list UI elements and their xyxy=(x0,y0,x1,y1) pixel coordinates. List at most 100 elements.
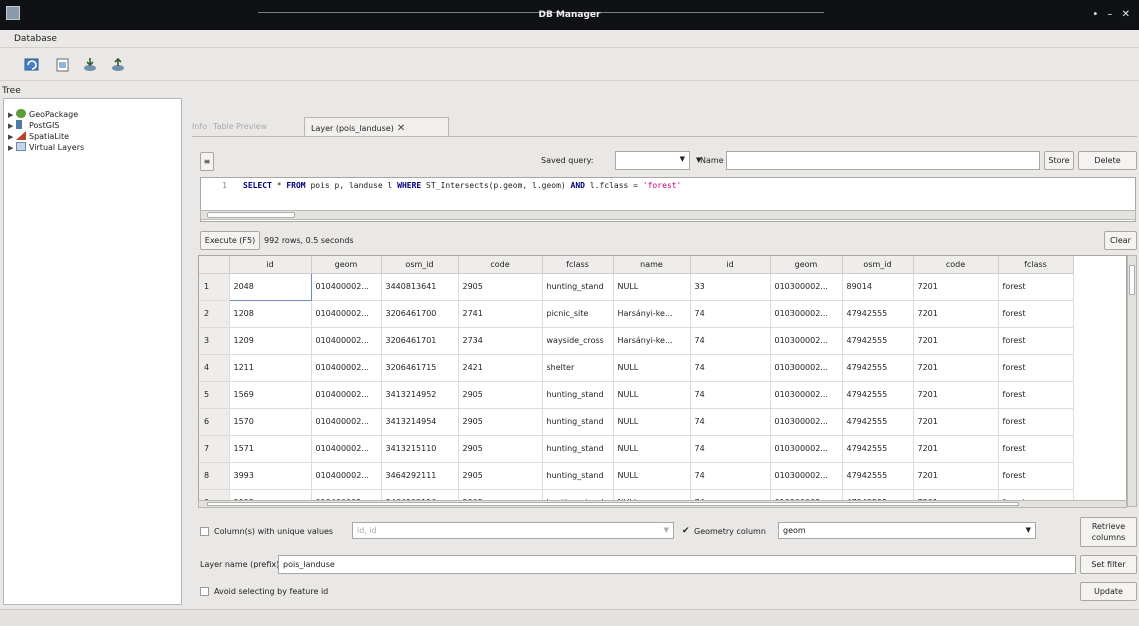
table-cell[interactable]: 74 xyxy=(690,462,771,490)
table-cell[interactable]: 1571 xyxy=(229,435,312,463)
table-cell[interactable]: 2421 xyxy=(458,354,543,382)
table-cell[interactable]: 2905 xyxy=(458,381,543,409)
table-cell[interactable]: 2734 xyxy=(458,327,543,355)
table-cell[interactable]: hunting_stand xyxy=(542,408,614,436)
table-cell[interactable]: 74 xyxy=(690,300,771,328)
table-row[interactable]: 3 1209 010400002... 3206461701 2734 wayside_c… xyxy=(199,327,1074,355)
column-header[interactable]: id xyxy=(229,256,312,274)
table-cell[interactable]: hunting_stand xyxy=(542,462,614,490)
row-number[interactable]: 3 xyxy=(199,327,230,355)
table-cell[interactable]: forest xyxy=(998,462,1074,490)
tree-item-postgis[interactable]: ▶ PostGIS xyxy=(8,120,59,131)
set-filter-button[interactable]: Set filter xyxy=(1080,555,1137,574)
column-header[interactable]: fclass xyxy=(998,256,1074,274)
table-cell[interactable]: forest xyxy=(998,300,1074,328)
sql-menu-button[interactable]: ≡ xyxy=(200,152,214,171)
table-cell[interactable]: 7201 xyxy=(913,300,999,328)
table-cell[interactable]: hunting_stand xyxy=(542,273,614,301)
table-cell[interactable]: 7201 xyxy=(913,381,999,409)
row-number[interactable]: 2 xyxy=(199,300,230,328)
table-cell[interactable]: 47942555 xyxy=(842,381,914,409)
table-cell[interactable]: NULL xyxy=(613,408,691,436)
table-cell[interactable]: 2905 xyxy=(458,408,543,436)
column-header[interactable]: osm_id xyxy=(381,256,459,274)
close-tab-icon[interactable]: ✕ xyxy=(397,123,405,134)
table-cell[interactable]: forest xyxy=(998,408,1074,436)
column-header[interactable]: fclass xyxy=(542,256,614,274)
table-cell[interactable]: 010400002... xyxy=(311,381,382,409)
table-cell[interactable]: 1208 xyxy=(229,300,312,328)
table-cell[interactable]: 1569 xyxy=(229,381,312,409)
scroll-thumb[interactable] xyxy=(207,212,295,218)
table-cell[interactable]: 010400002... xyxy=(311,408,382,436)
table-cell[interactable]: 7201 xyxy=(913,354,999,382)
geometry-column-select[interactable]: geom ▼ xyxy=(778,522,1036,539)
expand-arrow-icon[interactable]: ▶ xyxy=(8,133,16,141)
table-cell[interactable]: forest xyxy=(998,354,1074,382)
table-cell[interactable]: NULL xyxy=(613,273,691,301)
menu-database[interactable]: Database xyxy=(14,34,57,44)
table-cell[interactable]: 47942555 xyxy=(842,327,914,355)
table-cell[interactable]: 3413214952 xyxy=(381,381,459,409)
table-cell[interactable]: 7201 xyxy=(913,462,999,490)
tree-item-virtual-layers[interactable]: ▶ Virtual Layers xyxy=(8,142,84,153)
table-cell[interactable]: 3206461715 xyxy=(381,354,459,382)
table-cell[interactable]: 74 xyxy=(690,381,771,409)
table-cell[interactable]: 7201 xyxy=(913,327,999,355)
table-cell[interactable]: 2905 xyxy=(458,462,543,490)
column-header[interactable]: osm_id xyxy=(842,256,914,274)
table-cell[interactable]: 3464292111 xyxy=(381,462,459,490)
expand-arrow-icon[interactable]: ▶ xyxy=(8,122,16,130)
table-cell[interactable]: Harsányi-ke... xyxy=(613,300,691,328)
row-number[interactable]: 5 xyxy=(199,381,230,409)
refresh-icon[interactable] xyxy=(24,57,40,73)
delete-button[interactable]: Delete xyxy=(1078,151,1137,170)
tree-item-geopackage[interactable]: ▶ GeoPackage xyxy=(8,109,78,120)
row-number[interactable]: 1 xyxy=(199,273,230,301)
scroll-thumb[interactable] xyxy=(1129,265,1135,295)
table-cell[interactable]: 3993 xyxy=(229,462,312,490)
table-cell[interactable]: hunting_stand xyxy=(542,381,614,409)
scroll-thumb[interactable] xyxy=(207,502,1019,506)
table-cell[interactable]: forest xyxy=(998,273,1074,301)
table-cell[interactable]: 47942555 xyxy=(842,435,914,463)
table-cell[interactable]: 2741 xyxy=(458,300,543,328)
tab-layer[interactable]: Layer (pois_landuse) ✕ xyxy=(304,117,449,137)
table-cell[interactable]: 010400002... xyxy=(311,273,382,301)
table-cell[interactable]: NULL xyxy=(613,435,691,463)
table-cell[interactable]: picnic_site xyxy=(542,300,614,328)
row-number[interactable]: 4 xyxy=(199,354,230,382)
import-layer-icon[interactable] xyxy=(82,57,98,73)
results-vscrollbar[interactable] xyxy=(1127,255,1137,507)
column-header[interactable]: id xyxy=(690,256,771,274)
expand-arrow-icon[interactable]: ▶ xyxy=(8,111,16,119)
execute-button[interactable]: Execute (F5) xyxy=(200,231,260,250)
table-cell[interactable]: NULL xyxy=(613,354,691,382)
retrieve-columns-button[interactable]: Retrieve columns xyxy=(1080,517,1137,547)
tab-preview[interactable]: Preview xyxy=(236,117,267,137)
window-controls[interactable]: • – ✕ xyxy=(1092,9,1133,20)
table-cell[interactable]: 010300002... xyxy=(770,300,843,328)
table-cell[interactable]: 1570 xyxy=(229,408,312,436)
table-cell[interactable]: forest xyxy=(998,435,1074,463)
column-header[interactable]: code xyxy=(913,256,999,274)
row-number[interactable]: 8 xyxy=(199,462,230,490)
unique-values-checkbox[interactable] xyxy=(200,527,209,536)
table-cell[interactable]: 33 xyxy=(690,273,771,301)
unique-values-select[interactable]: id, id ▼ xyxy=(352,522,674,539)
row-number[interactable]: 7 xyxy=(199,435,230,463)
table-cell[interactable]: 74 xyxy=(690,408,771,436)
table-cell[interactable]: 2905 xyxy=(458,435,543,463)
info-icon[interactable] xyxy=(55,57,71,73)
saved-query-select[interactable]: ▼ xyxy=(615,151,690,170)
table-cell[interactable]: 3413215110 xyxy=(381,435,459,463)
table-cell[interactable]: 010300002... xyxy=(770,408,843,436)
table-cell[interactable]: 47942555 xyxy=(842,462,914,490)
tab-table[interactable]: Table xyxy=(213,117,234,137)
table-cell[interactable]: 1209 xyxy=(229,327,312,355)
table-cell[interactable]: 89014 xyxy=(842,273,914,301)
update-button[interactable]: Update xyxy=(1080,582,1137,601)
row-number[interactable]: 6 xyxy=(199,408,230,436)
expand-arrow-icon[interactable]: ▶ xyxy=(8,144,16,152)
layer-name-input[interactable]: pois_landuse xyxy=(278,555,1076,574)
